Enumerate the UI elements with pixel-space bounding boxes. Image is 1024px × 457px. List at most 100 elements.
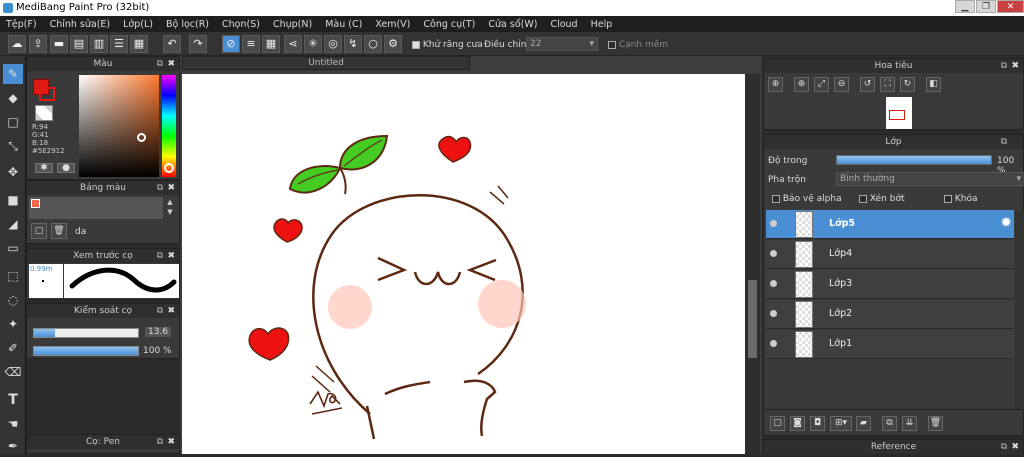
brush-tool-icon[interactable]: ✎ xyxy=(3,64,23,84)
navigator-viewport[interactable] xyxy=(889,110,905,120)
picker-handle[interactable] xyxy=(137,133,146,142)
smooth-checkbox[interactable]: Cạnh mềm xyxy=(608,40,668,50)
comment-icon[interactable]: ▤ xyxy=(70,35,88,53)
canvas-scroll-thumb[interactable] xyxy=(748,280,757,358)
close-icon[interactable]: ✖ xyxy=(167,57,175,71)
dock-icon[interactable]: ⧉ xyxy=(1001,135,1007,149)
fit-window-icon[interactable]: ⤢ xyxy=(814,77,829,92)
eraser-tool-icon[interactable]: ◆ xyxy=(3,88,23,108)
canvas-scrollbar[interactable] xyxy=(745,74,760,454)
lock-checkbox[interactable]: Khóa xyxy=(944,194,978,204)
protect-alpha-checkbox[interactable]: Bảo vệ alpha xyxy=(772,194,842,204)
layer-opacity-slider[interactable] xyxy=(836,155,992,165)
menu-help[interactable]: Help xyxy=(591,19,613,30)
parallel-snap-icon[interactable]: ≡ xyxy=(242,35,260,53)
dock-icon[interactable]: ⧉ xyxy=(1001,59,1007,73)
antialias-checkbox[interactable]: Khử răng cưa xyxy=(412,40,483,50)
grid-icon[interactable]: ▦ xyxy=(130,35,148,53)
menu-edit[interactable]: Chỉnh sửa(E) xyxy=(50,19,111,30)
undo-icon[interactable]: ↶ xyxy=(163,35,181,53)
clipping-checkbox[interactable]: Xén bớt xyxy=(859,194,905,204)
radial-snap-icon[interactable]: ✳ xyxy=(304,35,322,53)
eye-icon[interactable] xyxy=(770,310,777,317)
layer-row[interactable]: Lớp2 xyxy=(766,300,1014,329)
navigator-thumbnail[interactable] xyxy=(886,97,912,129)
dock-icon[interactable]: ⧉ xyxy=(157,435,163,449)
layer-row[interactable]: Lớp3 xyxy=(766,270,1014,299)
palette-scroll[interactable]: ▲ ▼ xyxy=(164,197,176,219)
correction-select[interactable]: 22 ▾ xyxy=(526,37,598,51)
hue-slider[interactable] xyxy=(162,75,176,177)
background-swatch[interactable] xyxy=(35,105,53,121)
circle-snap-icon[interactable]: ◎ xyxy=(324,35,342,53)
select-pen-tool-icon[interactable]: ✐ xyxy=(3,338,23,358)
menu-layer[interactable]: Lớp(L) xyxy=(123,19,153,30)
flip-icon[interactable]: ◧ xyxy=(926,77,941,92)
layer-row[interactable]: Lớp5 ✹ xyxy=(766,210,1014,239)
palette-item-name[interactable]: da xyxy=(75,227,86,237)
eye-icon[interactable] xyxy=(770,250,777,257)
brush-size-slider[interactable] xyxy=(33,328,139,338)
zoom-in-icon[interactable]: ⊕ xyxy=(768,77,783,92)
page-icon[interactable]: ▥ xyxy=(90,35,108,53)
layers-scrollbar[interactable] xyxy=(1015,211,1024,411)
maximize-button[interactable]: ❐ xyxy=(976,0,996,13)
eye-icon[interactable] xyxy=(770,340,777,347)
magic-wand-tool-icon[interactable]: ✦ xyxy=(3,314,23,334)
dock-icon[interactable]: ⧉ xyxy=(157,249,163,263)
merge-layer-icon[interactable]: ⇊ xyxy=(902,416,917,431)
snap-off-icon[interactable]: ⊘ xyxy=(222,35,240,53)
dock-icon[interactable]: ⧉ xyxy=(157,304,163,318)
eyedropper-tool-icon[interactable]: ✒ xyxy=(3,436,23,456)
menu-filter[interactable]: Bộ lọc(R) xyxy=(166,19,209,30)
drawing-canvas[interactable] xyxy=(182,74,745,454)
new-halftone-layer-icon[interactable]: ◙ xyxy=(790,416,805,431)
dock-icon[interactable]: ⧉ xyxy=(157,57,163,71)
close-icon[interactable]: ✖ xyxy=(167,249,175,263)
menu-window[interactable]: Cửa sổ(W) xyxy=(488,19,537,30)
add-color-icon[interactable]: ✱ xyxy=(35,163,53,173)
text-tool-icon[interactable]: T xyxy=(3,390,23,410)
select-eraser-tool-icon[interactable]: ⌫ xyxy=(3,362,23,382)
bucket-tool-icon[interactable]: ◢ xyxy=(3,214,23,234)
menu-view[interactable]: Xem(V) xyxy=(375,19,410,30)
zoom-in-plus-icon[interactable]: ⊕ xyxy=(794,77,809,92)
menu-select[interactable]: Chọn(S) xyxy=(222,19,260,30)
move-tool-icon[interactable]: ✥ xyxy=(3,162,23,182)
folder-icon[interactable]: ▰ xyxy=(856,416,871,431)
perspective-snap-icon[interactable]: ⋖ xyxy=(284,35,302,53)
minimize-button[interactable]: ▁ xyxy=(955,0,975,13)
menu-cloud[interactable]: Cloud xyxy=(550,19,577,30)
add-layer-menu-icon[interactable]: ⊞▾ xyxy=(830,416,852,431)
cloud-icon[interactable]: ☁ xyxy=(8,35,26,53)
brush-opacity-slider[interactable] xyxy=(33,346,139,356)
gradient-tool-icon[interactable]: ▭ xyxy=(3,238,23,258)
hand-tool-icon[interactable]: ☚ xyxy=(3,414,23,434)
list-icon[interactable]: ☰ xyxy=(110,35,128,53)
close-icon[interactable]: ✖ xyxy=(167,304,175,318)
redo-icon[interactable]: ↷ xyxy=(189,35,207,53)
close-icon[interactable]: ✖ xyxy=(167,181,175,195)
menu-tools[interactable]: Công cụ(T) xyxy=(423,19,475,30)
saturation-value-picker[interactable] xyxy=(79,75,159,177)
ring-snap-icon[interactable]: ○ xyxy=(364,35,382,53)
export-icon[interactable]: ⇪ xyxy=(29,35,47,53)
grid-snap-icon[interactable]: ▦ xyxy=(262,35,280,53)
line-tool-icon[interactable]: ⤡ xyxy=(3,136,23,156)
close-icon[interactable]: ✖ xyxy=(167,435,175,449)
dock-icon[interactable]: ⧉ xyxy=(1001,440,1007,454)
menu-snap[interactable]: Chụp(N) xyxy=(273,19,312,30)
palette-swatch[interactable] xyxy=(31,199,40,208)
blend-mode-select[interactable]: Bình thường ▾ xyxy=(836,172,1024,186)
dot-tool-icon[interactable]: □ xyxy=(3,112,23,132)
layer-row[interactable]: Lớp1 xyxy=(766,330,1014,359)
new-layer-icon[interactable]: ▢ xyxy=(770,416,785,431)
fill-rect-tool-icon[interactable]: ■ xyxy=(3,190,23,210)
new-palette-icon[interactable]: ▢ xyxy=(31,223,47,239)
hue-handle[interactable] xyxy=(164,163,174,173)
document-tab[interactable]: Untitled xyxy=(182,56,470,70)
duplicate-layer-icon[interactable]: ⧉ xyxy=(882,416,897,431)
delete-palette-icon[interactable]: 🗑 xyxy=(51,223,67,239)
menu-file[interactable]: Tệp(F) xyxy=(6,19,37,30)
eye-icon[interactable] xyxy=(770,280,777,287)
